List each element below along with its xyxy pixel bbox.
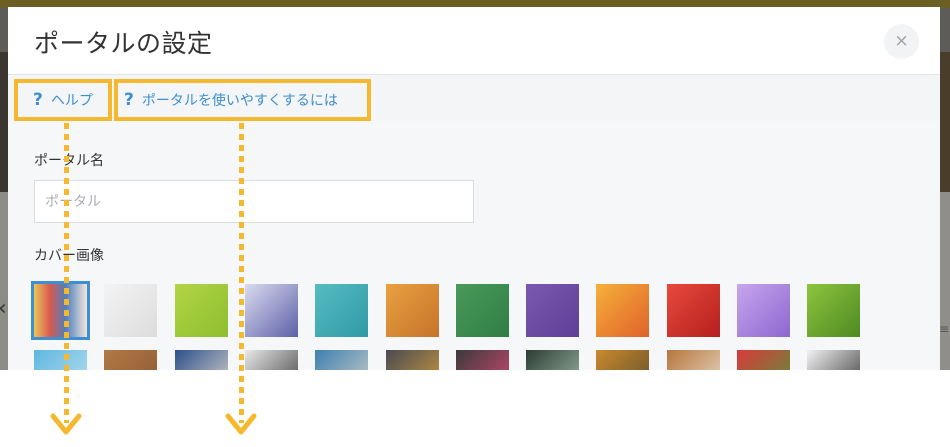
cover-image-latte-art[interactable] xyxy=(666,350,720,370)
close-button[interactable]: × xyxy=(884,24,919,59)
background-left-edge xyxy=(0,52,8,192)
dialog-header: ポータルの設定 × xyxy=(8,7,940,75)
cover-image-orange-texture[interactable] xyxy=(385,284,439,337)
dialog-body: ポータル名 カバー画像 xyxy=(8,121,940,370)
cover-image-white-geometric[interactable] xyxy=(104,284,158,337)
cover-image-stacked-books[interactable] xyxy=(315,350,369,370)
cover-image-golden-blur[interactable] xyxy=(596,350,650,370)
cover-image-red-flower[interactable] xyxy=(666,284,720,337)
callout-dotted-line xyxy=(239,123,244,423)
cover-image-lilac-flower[interactable] xyxy=(737,284,790,337)
cover-image-blue-structure[interactable] xyxy=(34,350,87,370)
cover-image-chalkboard-doodles[interactable] xyxy=(455,350,509,370)
help-links-bar: ? ヘルプ ? ポータルを使いやすくするには xyxy=(8,75,940,121)
cover-image-purple-blue-gradient[interactable] xyxy=(244,284,298,337)
cover-image-green-fabric[interactable] xyxy=(455,284,509,337)
question-icon: ? xyxy=(124,90,134,110)
chevron-left-icon: ‹ xyxy=(0,296,7,321)
help-link[interactable]: ? ヘルプ xyxy=(14,79,112,121)
usage-tips-link[interactable]: ? ポータルを使いやすくするには xyxy=(114,79,371,121)
background-left-edge-lower xyxy=(0,192,8,370)
chevron-down-icon xyxy=(50,413,82,435)
question-icon: ? xyxy=(33,90,43,110)
cover-image-label: カバー画像 xyxy=(34,248,104,264)
cover-image-colored-pencils[interactable] xyxy=(31,281,90,340)
cover-image-wood-blocks[interactable] xyxy=(104,350,158,370)
usage-tips-link-label: ポータルを使いやすくするには xyxy=(141,93,338,109)
cover-image-desk-items[interactable] xyxy=(244,350,298,370)
dialog-title: ポータルの設定 xyxy=(34,29,213,58)
callout-dotted-line xyxy=(64,123,69,423)
portal-name-label: ポータル名 xyxy=(34,153,104,169)
cover-image-dark-object[interactable] xyxy=(807,350,861,370)
background-right-edge-lower xyxy=(940,192,950,370)
cover-image-orange-flower[interactable] xyxy=(596,284,650,337)
portal-settings-dialog: ポータルの設定 × ? ヘルプ ? ポータルを使いやすくするには ポータル名 カ… xyxy=(8,7,940,370)
help-link-label: ヘルプ xyxy=(50,93,93,109)
background-right-edge xyxy=(940,52,950,192)
menu-icon: ≡ xyxy=(938,322,949,336)
cover-image-purple-fabric[interactable] xyxy=(526,284,580,337)
cover-image-strawberries[interactable] xyxy=(737,350,790,370)
cover-image-moroccan-tiles[interactable] xyxy=(174,350,228,370)
chevron-down-icon xyxy=(225,413,257,435)
portal-name-input[interactable] xyxy=(34,180,474,223)
cover-image-green-lines[interactable] xyxy=(174,284,228,337)
cover-image-green-leaf-drops[interactable] xyxy=(807,284,861,337)
cover-image-lightbulbs[interactable] xyxy=(526,350,580,370)
close-icon: × xyxy=(894,31,909,51)
cover-image-pens-papers[interactable] xyxy=(385,350,439,370)
cover-image-teal-water[interactable] xyxy=(315,284,369,337)
